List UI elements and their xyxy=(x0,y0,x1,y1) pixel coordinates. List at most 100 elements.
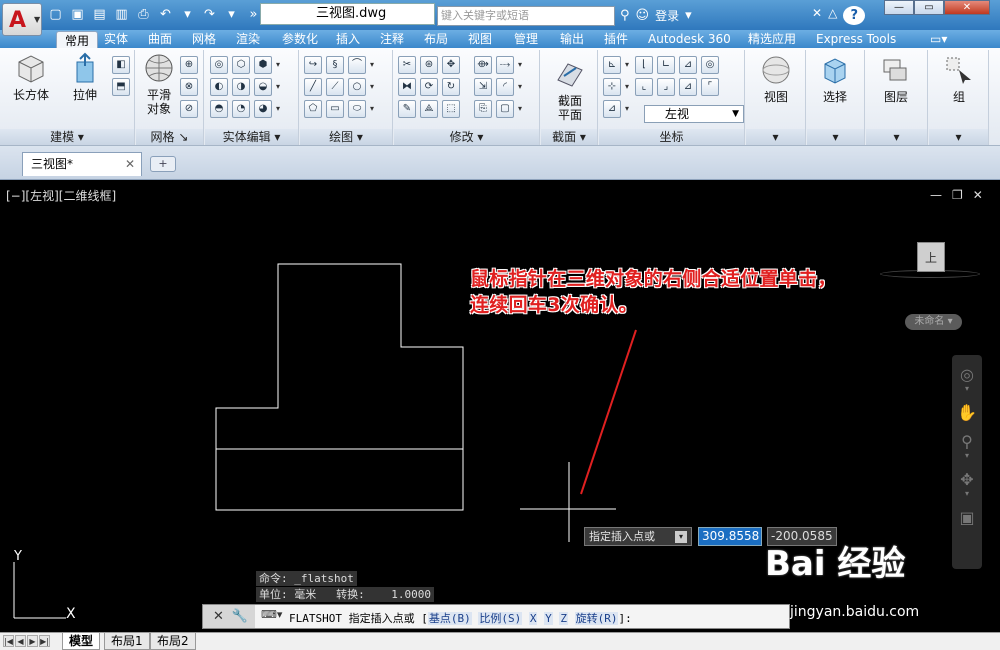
thicken-icon[interactable]: ◕ xyxy=(254,100,272,118)
rotate-icon[interactable]: ↻ xyxy=(442,78,460,96)
command-line-close-icon[interactable]: ✕ xyxy=(213,609,224,624)
offset-dropdown-icon[interactable]: ▾ xyxy=(518,100,524,118)
ucs-3point-icon[interactable]: ⌞ xyxy=(635,78,653,96)
panel-title-groups[interactable]: ▾ xyxy=(929,129,988,145)
panel-title-draw[interactable]: 绘图 ▾ xyxy=(300,129,392,145)
ribbon-tab[interactable]: 注释 xyxy=(380,30,404,48)
fillet-dropdown-icon[interactable]: ▾ xyxy=(518,78,524,96)
circle-dropdown-icon[interactable]: ▾ xyxy=(370,78,376,96)
panel-title-view[interactable]: ▾ xyxy=(746,129,805,145)
file-tab-close-icon[interactable]: ✕ xyxy=(125,153,135,175)
signin-dropdown-icon[interactable]: ▾ xyxy=(685,5,692,27)
helix-icon[interactable]: § xyxy=(326,56,344,74)
community-icon[interactable]: △ xyxy=(828,6,837,25)
copy-icon[interactable]: ⎘ xyxy=(474,100,492,118)
subtract-icon[interactable]: ◐ xyxy=(210,78,228,96)
user-icon[interactable]: ☺ xyxy=(636,5,650,27)
command-recent-icon[interactable]: ⌨▾ xyxy=(261,608,282,624)
panel-title-mesh[interactable]: 网格 ↘ xyxy=(136,129,203,145)
command-line-customize-icon[interactable]: 🔧 xyxy=(232,609,248,624)
ribbon-tab[interactable]: 实体 xyxy=(104,30,128,48)
option-rotate[interactable]: 旋转(R) xyxy=(574,612,619,625)
viewport-label[interactable]: [−][左视][二维线框] xyxy=(6,187,116,204)
3dalign-icon[interactable]: ⊛ xyxy=(420,56,438,74)
signin-label[interactable]: 登录 xyxy=(655,5,679,27)
ribbon-tab[interactable]: 渲染 xyxy=(236,30,260,48)
union-icon[interactable]: ◎ xyxy=(210,56,228,74)
panel-title-modify[interactable]: 修改 ▾ xyxy=(394,129,539,145)
prev-layout-icon[interactable]: ◀ xyxy=(15,635,26,647)
panel-title-selection[interactable]: ▾ xyxy=(807,129,864,145)
ucs-dropdown-icon[interactable]: ▾ xyxy=(625,56,631,74)
viewport-restore-icon[interactable]: ❐ xyxy=(952,188,963,202)
drawing-area[interactable]: [−][左视][二维线框] — ❐ ✕ 上 未命名 ▾ ◎ ▾ ✋ ⚲ ▾ ✥ … xyxy=(0,180,1000,632)
first-layout-icon[interactable]: |◀ xyxy=(3,635,14,647)
ellipse-dropdown-icon[interactable]: ▾ xyxy=(370,100,376,118)
viewport-minimize-icon[interactable]: — xyxy=(930,188,942,202)
dynamic-input-options-icon[interactable]: ▾ xyxy=(675,531,687,543)
3dmove-icon[interactable]: ⟴ xyxy=(474,56,492,74)
ribbon-tab[interactable]: 曲面 xyxy=(148,30,172,48)
showmotion-icon[interactable]: ▣ xyxy=(952,508,982,527)
ribbon-tab[interactable]: 网格 xyxy=(192,30,216,48)
redo-icon[interactable]: ↷ xyxy=(200,6,219,24)
maximize-button[interactable]: ▭ xyxy=(914,0,944,15)
offset-icon[interactable]: ▢ xyxy=(496,100,514,118)
ribbon-tab[interactable]: Express Tools xyxy=(816,30,896,48)
dynamic-input-x-field[interactable]: 309.8558 xyxy=(698,527,762,546)
minimize-button[interactable]: — xyxy=(884,0,914,15)
ucs-face-icon[interactable]: ⊿ xyxy=(679,78,697,96)
move-icon[interactable]: ✥ xyxy=(442,56,460,74)
ucs-z-icon[interactable]: ◎ xyxy=(701,56,719,74)
ellipse-icon[interactable]: ⬭ xyxy=(348,100,366,118)
option-z[interactable]: Z xyxy=(559,612,568,625)
application-menu-button[interactable]: A ▼ xyxy=(2,3,42,36)
binoculars-icon[interactable]: ⚲ xyxy=(620,5,630,27)
rectangle-icon[interactable]: ▭ xyxy=(326,100,344,118)
undo-icon[interactable]: ↶ xyxy=(156,6,175,24)
ucs-object-icon[interactable]: ⌟ xyxy=(657,78,675,96)
arc-icon[interactable]: ⌒ xyxy=(348,56,366,74)
trim-icon[interactable]: ✂ xyxy=(398,56,416,74)
steering-wheel-icon[interactable]: ◎ xyxy=(952,365,982,384)
polygon-icon[interactable]: ⬠ xyxy=(304,100,322,118)
panel-title-coordinates[interactable]: 坐标 xyxy=(599,129,744,145)
next-layout-icon[interactable]: ▶ xyxy=(27,635,38,647)
layout-tab-layout1[interactable]: 布局1 xyxy=(104,633,150,650)
extrude-button[interactable]: 拉伸 xyxy=(62,52,108,102)
ribbon-tab[interactable]: 输出 xyxy=(560,30,584,48)
taper-dropdown-icon[interactable]: ▾ xyxy=(276,78,282,96)
taper-faces-icon[interactable]: ◒ xyxy=(254,78,272,96)
polysolid-icon[interactable]: ◧ xyxy=(112,56,130,74)
ribbon-tab[interactable]: 精选应用 xyxy=(748,30,796,48)
last-layout-icon[interactable]: ▶| xyxy=(39,635,50,647)
ribbon-minimize-icon[interactable]: ▭▾ xyxy=(930,30,947,48)
line-icon[interactable]: ╱ xyxy=(304,78,322,96)
view-combo[interactable]: 左视 ▼ xyxy=(644,105,744,123)
file-tab[interactable]: 三视图* ✕ xyxy=(22,152,142,176)
viewcube[interactable]: 上 xyxy=(917,242,945,272)
option-y[interactable]: Y xyxy=(544,612,553,625)
search-input[interactable]: 键入关键字或短语 xyxy=(437,6,615,26)
view-button[interactable]: 视图 xyxy=(754,54,798,104)
viewport-close-icon[interactable]: ✕ xyxy=(973,188,983,202)
option-scale[interactable]: 比例(S) xyxy=(478,612,523,625)
groups-button[interactable]: 组 xyxy=(937,54,981,104)
search-expand-icon[interactable]: ▸ xyxy=(424,8,429,19)
panel-title-modeling[interactable]: 建模 ▾ xyxy=(0,129,134,145)
pan-icon[interactable]: ✋ xyxy=(952,403,982,422)
extrude-faces-icon[interactable]: ⬢ xyxy=(254,56,272,74)
ribbon-tab[interactable]: 常用 xyxy=(56,31,99,49)
selection-button[interactable]: 选择 xyxy=(813,54,857,104)
ribbon-tab[interactable]: 参数化 xyxy=(282,30,318,48)
undo-dropdown-icon[interactable]: ▾ xyxy=(178,6,197,24)
smooth-object-button[interactable]: 平滑 对象 xyxy=(140,52,178,116)
zoom-dropdown-icon[interactable]: ▾ xyxy=(952,451,982,460)
layout-tab-model[interactable]: 模型 xyxy=(62,633,101,650)
panel-title-layers[interactable]: ▾ xyxy=(866,129,927,145)
3drotate-icon[interactable]: ⟳ xyxy=(420,78,438,96)
intersect-icon[interactable]: ◓ xyxy=(210,100,228,118)
ribbon-tab[interactable]: 管理 xyxy=(514,30,538,48)
close-button[interactable]: ✕ xyxy=(944,0,990,15)
ucs-named-dropdown-icon[interactable]: ▾ xyxy=(625,100,631,118)
